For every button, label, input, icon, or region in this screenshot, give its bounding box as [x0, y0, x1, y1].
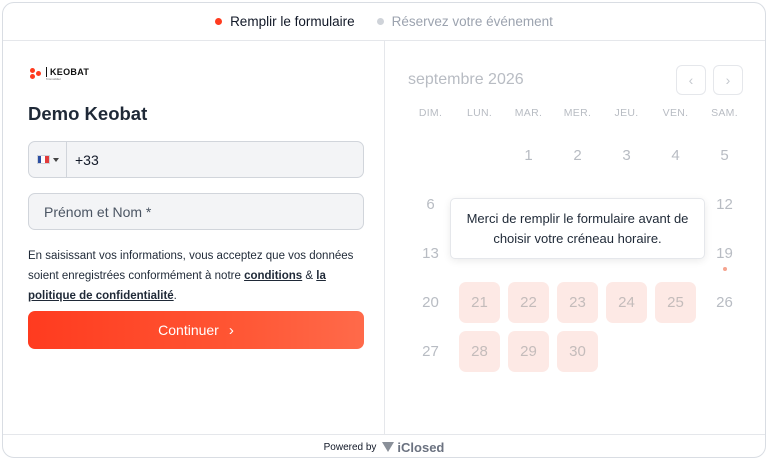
available-day-number: 30 — [557, 331, 598, 372]
calendar-day[interactable]: 21 — [455, 278, 504, 327]
calendar-day: 12 — [700, 180, 749, 229]
calendar-empty-cell — [700, 327, 749, 376]
weekday-label: MER. — [563, 107, 592, 119]
today-indicator-dot — [722, 267, 727, 271]
country-selector[interactable] — [29, 142, 67, 177]
day-number: 1 — [524, 147, 533, 164]
calendar-empty-cell — [651, 327, 700, 376]
available-day-number: 24 — [606, 282, 647, 323]
calendar-empty-cell — [455, 131, 504, 180]
prev-month-button[interactable]: ‹ — [676, 65, 706, 95]
active-step-dot — [215, 18, 223, 25]
booking-widget: Remplir le formulaire Réservez votre évé… — [2, 2, 766, 458]
logo-text: KEOBAT — [46, 67, 89, 77]
calendar-day: 4 — [651, 131, 700, 180]
chevron-right-icon: › — [228, 321, 234, 339]
day-number: 19 — [716, 245, 733, 262]
step-book-event: Réservez votre événement — [376, 14, 553, 29]
day-number: 5 — [720, 147, 729, 164]
conditions-link[interactable]: conditions — [244, 270, 302, 282]
calendar-day: 27 — [406, 327, 455, 376]
company-name: Demo Keobat — [28, 103, 148, 124]
day-number: 3 — [622, 147, 631, 164]
available-day-number: 28 — [459, 331, 500, 372]
calendar-day: 20 — [406, 278, 455, 327]
calendar-day[interactable]: 30 — [553, 327, 602, 376]
france-flag-icon — [36, 155, 50, 164]
day-number: 27 — [422, 343, 439, 360]
calendar-empty-cell — [406, 131, 455, 180]
calendar-day: 1 — [504, 131, 553, 180]
weekday-label: DIM. — [418, 107, 443, 119]
calendar-empty-cell — [602, 327, 651, 376]
chevron-down-icon — [52, 157, 59, 162]
consent-text-and: & — [302, 270, 317, 282]
weekday-header: DIM. LUN. MAR. MER. JEU. VEN. SAM. — [406, 107, 751, 119]
weekday-label: SAM. — [711, 107, 738, 119]
phone-input[interactable] — [67, 142, 363, 177]
phone-field — [28, 141, 364, 178]
calendar-day[interactable]: 23 — [553, 278, 602, 327]
logo-mark-icon — [30, 68, 42, 80]
day-number: 2 — [573, 147, 582, 164]
day-number: 20 — [422, 294, 439, 311]
calendar-day[interactable]: 28 — [455, 327, 504, 376]
calendar-day: 6 — [406, 180, 455, 229]
calendar-day: 2 — [553, 131, 602, 180]
day-number: 4 — [671, 147, 680, 164]
chevron-right-icon: › — [725, 72, 731, 88]
available-day-number: 22 — [508, 282, 549, 323]
iclosed-brand[interactable]: iClosed — [382, 440, 444, 455]
day-number: 26 — [716, 294, 733, 311]
continue-button[interactable]: Continuer › — [28, 311, 364, 349]
full-name-input[interactable] — [28, 193, 364, 230]
month-label: septembre 2026 — [408, 71, 524, 88]
day-number: 13 — [422, 245, 439, 262]
weekday-label: LUN. — [466, 107, 493, 119]
step-label: Remplir le formulaire — [230, 14, 355, 29]
consent-text-end: . — [173, 290, 177, 302]
chevron-left-icon: ‹ — [688, 72, 694, 88]
calendar-panel: septembre 2026 ‹ › DIM. LUN. MAR. MER. J… — [386, 41, 765, 434]
weekday-label: VEN. — [662, 107, 689, 119]
day-number: 12 — [716, 196, 733, 213]
fill-form-tooltip: Merci de remplir le formulaire avant de … — [450, 198, 705, 259]
next-month-button[interactable]: › — [713, 65, 743, 95]
iclosed-logo-icon — [382, 442, 395, 452]
available-day-number: 21 — [459, 282, 500, 323]
powered-by-text: Powered by — [323, 441, 377, 453]
calendar-day[interactable]: 29 — [504, 327, 553, 376]
step-fill-form: Remplir le formulaire — [215, 14, 355, 29]
calendar-day[interactable]: 22 — [504, 278, 553, 327]
consent-text: En saisissant vos informations, vous acc… — [28, 246, 368, 306]
logo-subtext: l'immobilier — [46, 77, 61, 81]
day-number: 6 — [426, 196, 435, 213]
calendar-day: 5 — [700, 131, 749, 180]
calendar-day[interactable]: 25 — [651, 278, 700, 327]
form-panel: KEOBAT l'immobilier Demo Keobat En saisi… — [3, 41, 385, 434]
available-day-number: 29 — [508, 331, 549, 372]
weekday-label: JEU. — [614, 107, 639, 119]
step-label: Réservez votre événement — [391, 14, 553, 29]
footer: Powered by iClosed — [3, 434, 765, 457]
calendar-day: 3 — [602, 131, 651, 180]
steps-bar: Remplir le formulaire Réservez votre évé… — [3, 3, 765, 41]
calendar-day: 26 — [700, 278, 749, 327]
available-day-number: 23 — [557, 282, 598, 323]
company-logo: KEOBAT l'immobilier — [30, 67, 89, 81]
continue-label: Continuer — [158, 322, 219, 338]
weekday-label: MAR. — [514, 107, 543, 119]
calendar-day[interactable]: 24 — [602, 278, 651, 327]
calendar-day: 19 — [700, 229, 749, 278]
brand-name: iClosed — [397, 439, 445, 455]
available-day-number: 25 — [655, 282, 696, 323]
calendar-day: 13 — [406, 229, 455, 278]
inactive-step-dot — [376, 18, 384, 25]
